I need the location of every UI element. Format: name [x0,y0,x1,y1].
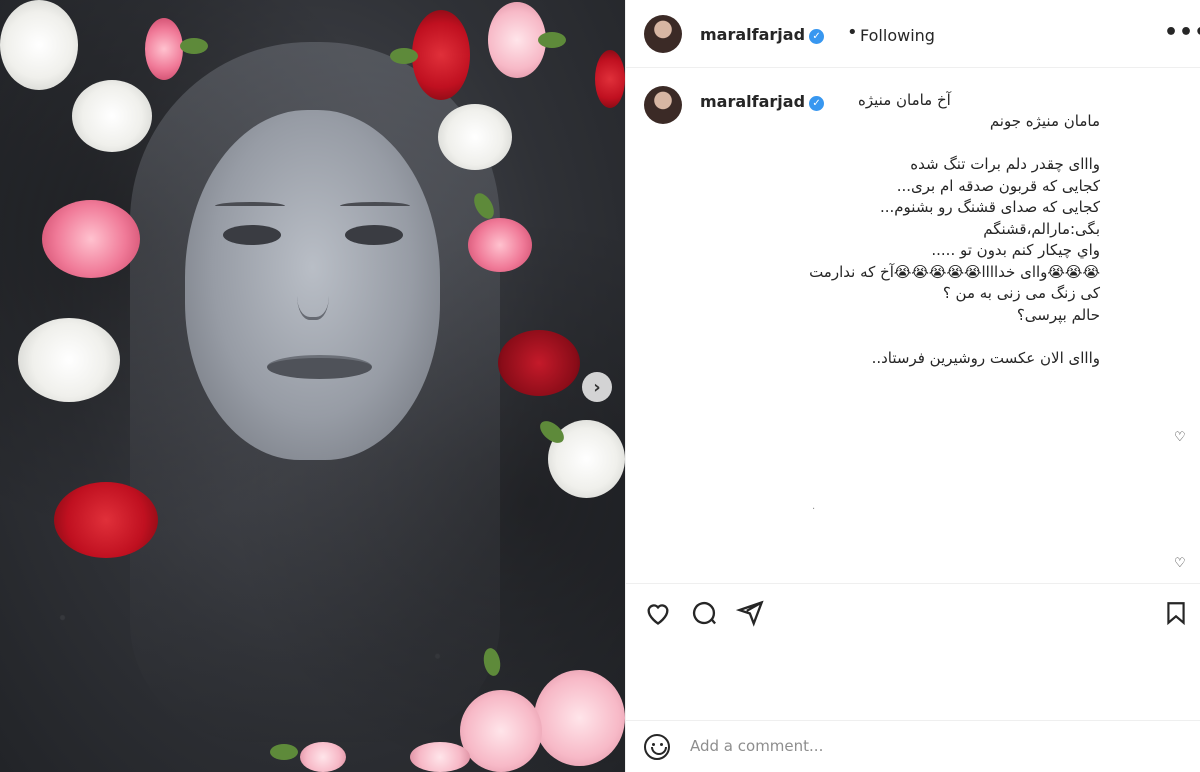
avatar[interactable] [644,15,682,53]
username: maralfarjad [700,25,806,44]
mouth [267,355,372,379]
following-button[interactable]: Following [860,26,935,45]
tiny-dot: . [812,501,816,512]
eye [345,225,403,245]
heart-icon[interactable]: ♡ [1174,556,1186,571]
separator-dot: • [847,22,858,43]
caption-text: مامان منیژه جونم وااای چقدر دلم برات تنگ… [700,111,1100,369]
post-image[interactable]: › [0,0,625,772]
flower [498,330,580,396]
heart-icon[interactable]: ♡ [1174,430,1186,445]
flower [534,670,625,766]
eye [223,225,281,245]
flower-stem [538,32,566,48]
flower [72,80,152,152]
post-header: maralfarjad✓ • Following ••• [626,0,1200,68]
flower-stem [390,48,418,64]
caption-line: کجایی که صدای قشنگ رو بشنوم... [879,198,1100,216]
flower [438,104,512,170]
caption-username: maralfarjad [700,92,806,111]
caption-line: وااای الان عکست روشیرین فرستاد.. [871,348,1100,367]
caption-line [752,133,1100,155]
comment-input[interactable] [690,737,1110,755]
share-icon[interactable] [735,599,764,634]
avatar[interactable] [644,86,682,124]
caption-line: وااای چقدر دلم برات تنگ شده [910,155,1100,173]
caption-line: حالم بپرسی؟ [1016,305,1100,324]
caption-username-link[interactable]: maralfarjad ✓ [700,92,825,111]
emoji-icon[interactable] [644,734,670,760]
caption-line [752,326,1100,348]
brow [340,202,410,210]
caption-first-line: آخ مامان منیژه [858,91,951,109]
chevron-right-icon: › [593,376,601,398]
verified-badge-icon: ✓ [809,29,825,44]
flower [412,10,470,100]
caption-line: بگی:مارالم،قشنگم [983,219,1100,238]
nose [297,260,329,320]
heart-icon[interactable] [644,599,672,634]
caption-line: کجایی که قربون صدقه ام بری... [896,176,1100,195]
flower [42,200,140,278]
portrait-face [185,110,440,460]
flower [0,0,78,90]
flower [18,318,120,402]
carousel-next-button[interactable]: › [582,372,612,402]
caption-line: کی زنگ می زنی به من ؟ [942,284,1100,302]
flower [460,690,542,772]
username-link[interactable]: maralfarjad ✓ [700,25,825,44]
flower [145,18,183,80]
flower [468,218,532,272]
flower [595,50,625,108]
bookmark-icon[interactable] [1163,599,1189,634]
caption-line: مامان منیژه جونم [989,112,1100,130]
flower [410,742,470,772]
caption-line: واي چیکار کنم بدون تو ..... [931,241,1100,259]
brow [215,202,285,210]
flower-stem [270,744,298,760]
flower-stem [180,38,208,54]
comment-icon[interactable] [690,599,718,634]
comment-box [626,720,1200,772]
flower [54,482,158,558]
caption-section: maralfarjad ✓ آخ مامان منیژه مامان منیژه … [626,68,1200,584]
action-bar [626,585,1200,643]
post-side-panel: maralfarjad✓ • Following ••• maralfarjad… [625,0,1200,772]
more-options-icon[interactable]: ••• [1164,20,1200,45]
flower [300,742,346,772]
verified-badge-icon: ✓ [809,96,825,111]
caption-line: 😭😭😭واای خداااا😭😭😭😭😭آخ که ندارمت [809,262,1100,281]
